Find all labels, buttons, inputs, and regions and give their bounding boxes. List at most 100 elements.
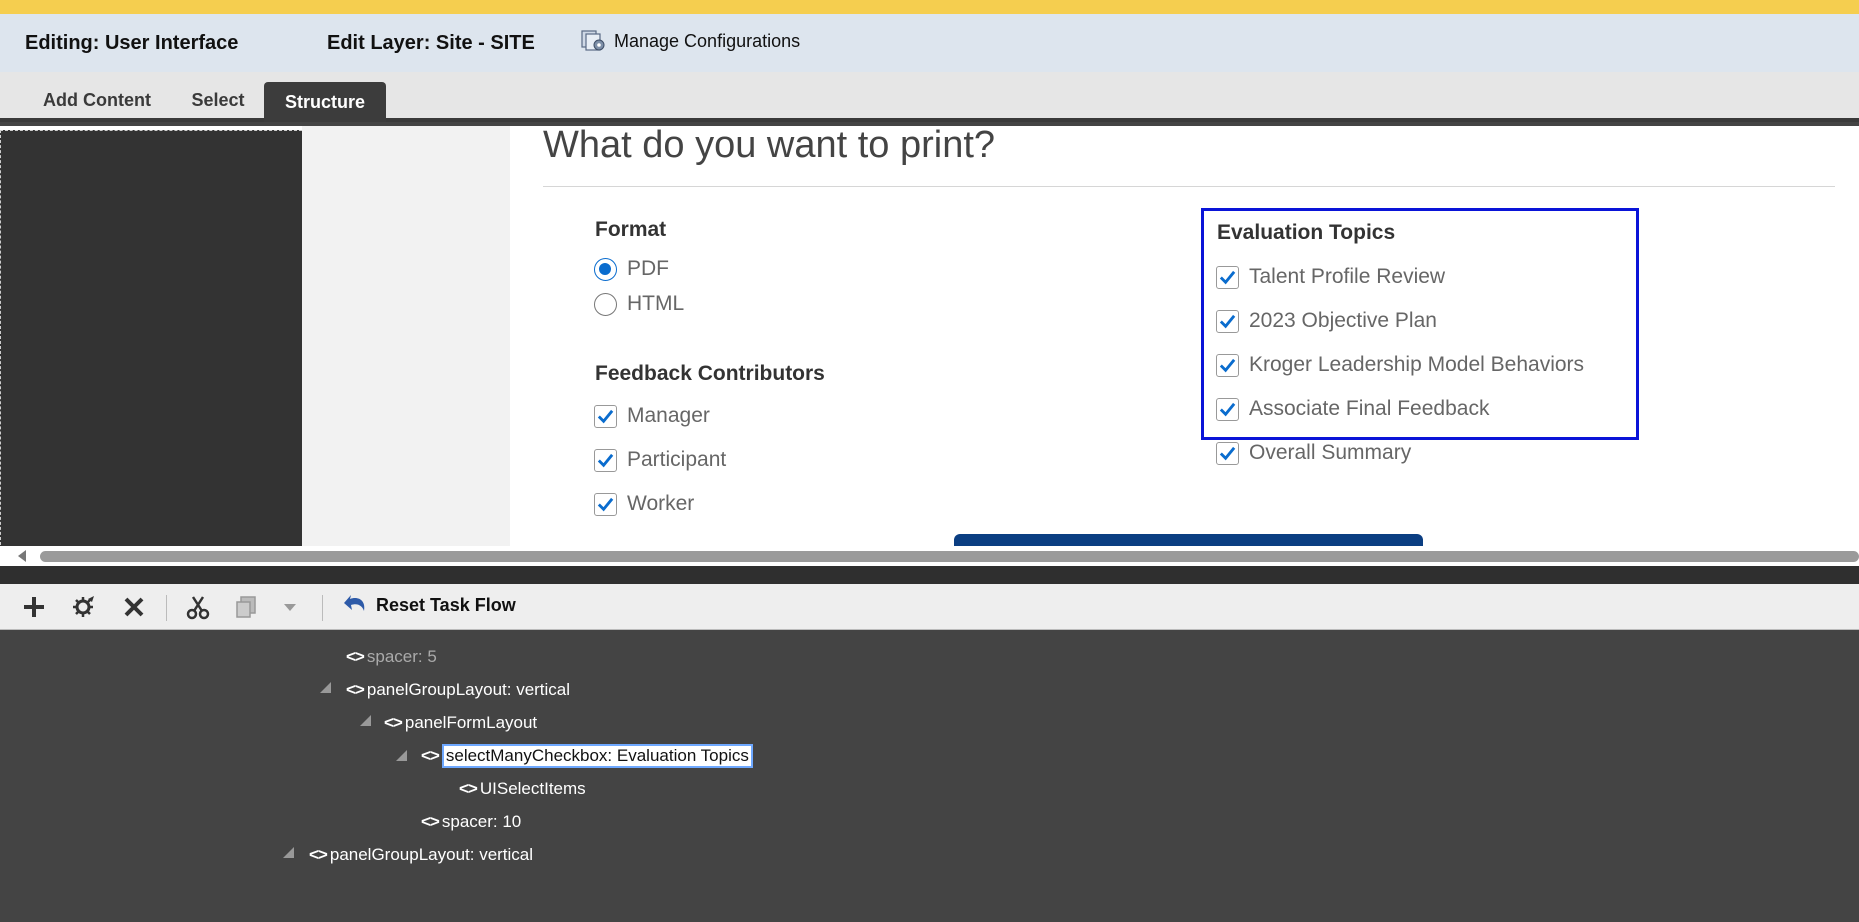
print-heading: What do you want to print? (543, 126, 996, 166)
component-tag-icon: <> (459, 779, 478, 798)
component-tag-icon: <> (421, 812, 440, 831)
format-title: Format (595, 218, 667, 241)
tree-node-label[interactable]: panelGroupLayout: vertical (367, 680, 570, 700)
reset-task-flow-label: Reset Task Flow (376, 594, 516, 615)
add-button[interactable] (20, 594, 48, 620)
tree-node-label[interactable]: spacer: 10 (442, 812, 521, 832)
tab-add-content[interactable]: Add Content (22, 82, 172, 118)
edit-properties-button[interactable] (70, 594, 98, 620)
checkbox[interactable] (1216, 397, 1239, 421)
horizontal-scrollbar[interactable] (0, 546, 1859, 566)
checkbox[interactable] (594, 448, 617, 472)
top-stripe (0, 0, 1859, 14)
tree-node-label[interactable]: UISelectItems (480, 779, 586, 799)
checkbox-label: 2023 Objective Plan (1249, 309, 1437, 332)
left-region[interactable] (0, 130, 302, 546)
checkbox[interactable] (1216, 265, 1239, 289)
checkbox[interactable] (1216, 309, 1239, 333)
more-dropdown-button[interactable] (276, 594, 304, 620)
page-preview: What do you want to print? Format PDF HT… (0, 126, 1859, 546)
topic-overall-summary[interactable]: Overall Summary (1216, 441, 1411, 465)
tab-bar: Add Content Select Structure (0, 72, 1859, 122)
checkbox[interactable] (594, 492, 617, 516)
print-button-partial[interactable] (954, 534, 1423, 546)
format-option-html[interactable]: HTML (594, 292, 684, 316)
tree-node-spacer-5[interactable]: <> spacer: 5 (346, 647, 437, 667)
scroll-left-arrow-icon[interactable] (18, 550, 26, 562)
expand-triangle-icon[interactable] (396, 750, 407, 761)
edit-layer-label: Edit Layer: Site - SITE (327, 32, 535, 54)
grey-gutter (302, 126, 510, 546)
checkbox[interactable] (1216, 441, 1239, 465)
checkbox-label: Worker (627, 492, 695, 515)
heading-divider (543, 186, 1835, 187)
manage-configurations-label: Manage Configurations (614, 30, 801, 51)
check-icon (597, 409, 614, 423)
topic-leadership-model-behaviors[interactable]: Kroger Leadership Model Behaviors (1216, 353, 1584, 377)
cut-icon (186, 596, 210, 620)
tree-node-spacer-10[interactable]: <> spacer: 10 (421, 812, 521, 832)
paste-icon (236, 596, 256, 618)
contributor-manager[interactable]: Manager (594, 404, 710, 428)
checkbox[interactable] (594, 404, 617, 428)
check-icon (1219, 314, 1236, 328)
expand-triangle-icon[interactable] (283, 847, 294, 858)
toolbar-divider (322, 595, 323, 621)
tree-node-label[interactable]: spacer: 5 (367, 647, 437, 667)
checkbox-label: Associate Final Feedback (1249, 397, 1490, 420)
checkbox[interactable] (1216, 353, 1239, 377)
check-icon (597, 453, 614, 467)
tree-node-ui-select-items[interactable]: <> UISelectItems (459, 779, 586, 799)
topic-associate-final-feedback[interactable]: Associate Final Feedback (1216, 397, 1489, 421)
contributor-worker[interactable]: Worker (594, 492, 694, 516)
reset-task-flow-button[interactable]: Reset Task Flow (342, 593, 516, 617)
toolbar-divider (166, 595, 167, 621)
component-tag-icon: <> (384, 713, 403, 732)
configurations-icon (581, 30, 605, 51)
edit-properties-icon (73, 596, 94, 617)
delete-button[interactable] (120, 594, 148, 620)
component-tag-icon: <> (309, 845, 328, 864)
contributor-participant[interactable]: Participant (594, 448, 726, 472)
component-tag-icon: <> (421, 746, 440, 765)
cut-button[interactable] (184, 594, 212, 620)
scrollbar-thumb[interactable] (40, 551, 1859, 562)
splitter[interactable] (0, 566, 1859, 584)
tree-node-select-many-checkbox[interactable]: <> selectManyCheckbox: Evaluation Topics (396, 744, 753, 768)
expand-triangle-icon[interactable] (360, 715, 371, 726)
component-tag-icon: <> (346, 680, 365, 699)
chevron-down-icon (284, 604, 296, 611)
format-option-label: HTML (627, 292, 685, 315)
format-option-pdf[interactable]: PDF (594, 257, 669, 281)
tree-node-label[interactable]: panelFormLayout (405, 713, 537, 733)
check-icon (1219, 402, 1236, 416)
radio-button[interactable] (594, 292, 617, 316)
tree-node-panel-group-layout[interactable]: <> panelGroupLayout: vertical (283, 845, 533, 865)
format-option-label: PDF (627, 257, 669, 280)
delete-icon (124, 597, 144, 617)
structure-toolbar: Reset Task Flow (0, 584, 1859, 630)
topic-talent-profile-review[interactable]: Talent Profile Review (1216, 265, 1445, 289)
topic-objective-plan[interactable]: 2023 Objective Plan (1216, 309, 1437, 333)
expand-triangle-icon[interactable] (320, 682, 331, 693)
structure-tree: <> spacer: 5 <> panelGroupLayout: vertic… (0, 630, 1859, 922)
manage-configurations-link[interactable]: Manage Configurations (580, 29, 800, 53)
evaluation-topics-title: Evaluation Topics (1217, 221, 1396, 244)
undo-icon (344, 595, 365, 611)
tree-node-panel-group-layout[interactable]: <> panelGroupLayout: vertical (320, 680, 570, 700)
tree-node-label[interactable]: selectManyCheckbox: Evaluation Topics (441, 744, 753, 768)
checkbox-label: Kroger Leadership Model Behaviors (1249, 353, 1585, 376)
checkbox-label: Manager (627, 404, 710, 427)
check-icon (1219, 358, 1236, 372)
tab-structure[interactable]: Structure (264, 82, 386, 122)
tab-select[interactable]: Select (178, 82, 258, 118)
editing-label: Editing: User Interface (25, 32, 239, 54)
tree-node-label[interactable]: panelGroupLayout: vertical (330, 845, 533, 865)
component-tag-icon: <> (346, 647, 365, 666)
check-icon (1219, 270, 1236, 284)
paste-button[interactable] (232, 594, 260, 620)
check-icon (597, 497, 614, 511)
tree-node-panel-form-layout[interactable]: <> panelFormLayout (360, 713, 537, 733)
checkbox-label: Talent Profile Review (1249, 265, 1446, 288)
radio-button-selected[interactable] (594, 257, 617, 281)
